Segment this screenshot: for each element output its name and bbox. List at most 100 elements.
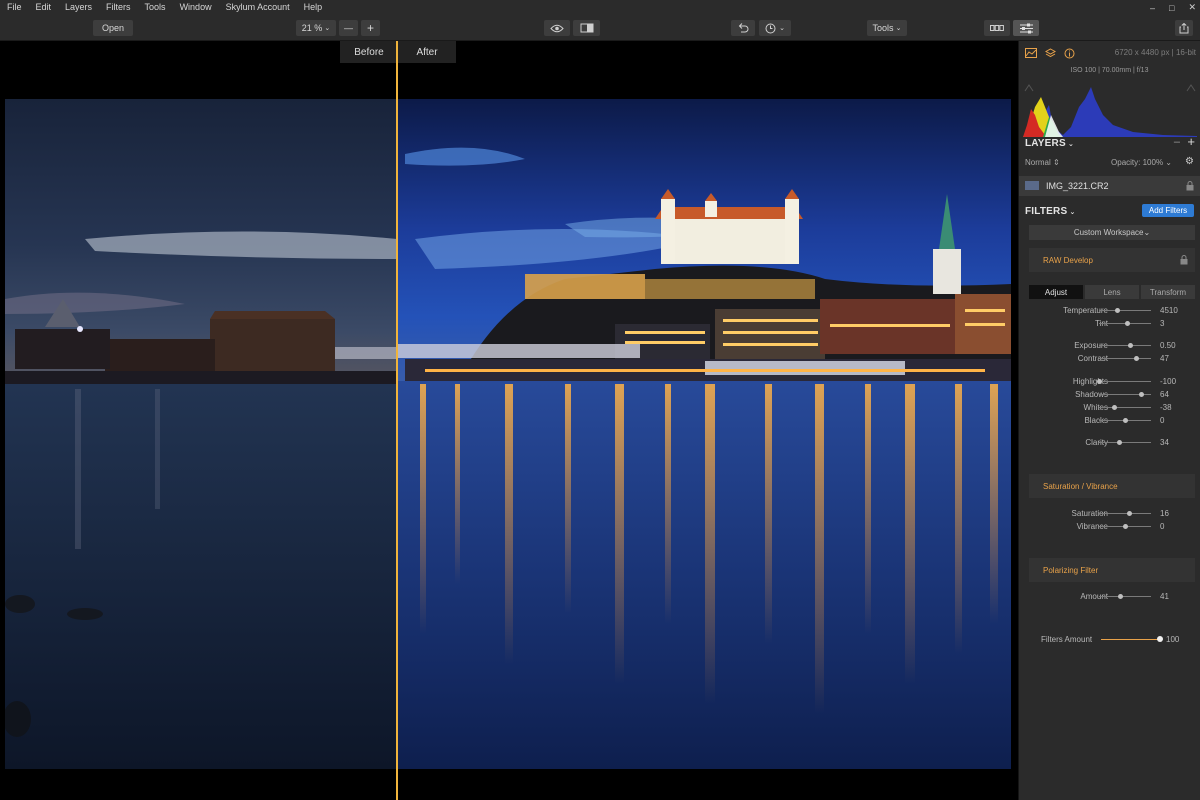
menu-window[interactable]: Window: [173, 0, 219, 15]
chevron-down-icon: ⌄: [1163, 158, 1172, 167]
slider-track[interactable]: [1099, 381, 1151, 382]
workspace-dropdown[interactable]: Custom Workspace ⌄: [1029, 225, 1195, 240]
menu-edit[interactable]: Edit: [29, 0, 59, 15]
chevron-down-icon: ⌄: [1143, 228, 1151, 237]
exif-info: ISO 100 | 70.00mm | f/13: [1070, 67, 1149, 74]
edit-panel-button[interactable]: [1013, 20, 1039, 36]
menu-filters[interactable]: Filters: [99, 0, 138, 15]
filters-amount-value: 100: [1166, 635, 1180, 644]
menu-file[interactable]: File: [0, 0, 29, 15]
slider-knob[interactable]: [1139, 392, 1145, 397]
histogram: [1023, 77, 1197, 143]
slider-row: Exposure 0.50: [1019, 339, 1200, 352]
open-button[interactable]: Open: [93, 20, 133, 36]
filters-title[interactable]: FILTERS ⌄: [1025, 206, 1076, 217]
histogram-icon[interactable]: [1025, 48, 1037, 58]
slider-row: Temperature 4510: [1019, 304, 1200, 317]
slider-knob[interactable]: [1125, 321, 1131, 326]
slider-row: Shadows 64: [1019, 388, 1200, 401]
filters-amount-label: Filters Amount: [1041, 635, 1093, 644]
opacity-dropdown[interactable]: Opacity: 100% ⌄: [1111, 158, 1172, 167]
zoom-dropdown[interactable]: 21 % ⌄: [296, 20, 336, 36]
polarizing-header[interactable]: Polarizing Filter: [1029, 558, 1195, 582]
image-canvas[interactable]: Before After: [0, 41, 1018, 800]
info-icon[interactable]: [1064, 48, 1075, 59]
slider-track[interactable]: [1099, 310, 1151, 311]
gear-icon[interactable]: ⚙: [1185, 156, 1194, 167]
slider-value: 3: [1160, 319, 1165, 328]
close-button[interactable]: ✕: [1188, 2, 1196, 13]
menu-layers[interactable]: Layers: [58, 0, 99, 15]
compare-button[interactable]: [573, 20, 600, 36]
slider-track[interactable]: [1099, 345, 1151, 346]
lock-icon: [1186, 181, 1194, 191]
slider-value: 0.50: [1160, 341, 1176, 350]
polarizing-title: Polarizing Filter: [1043, 566, 1099, 575]
chevron-down-icon: ⌄: [1065, 141, 1075, 148]
slider-row: Contrast 47: [1019, 352, 1200, 365]
zoom-out-button[interactable]: —: [339, 20, 358, 36]
slider-track[interactable]: [1099, 407, 1151, 408]
share-button[interactable]: [1175, 20, 1193, 36]
tab-lens[interactable]: Lens: [1085, 285, 1139, 299]
slider-knob[interactable]: [1114, 308, 1120, 313]
saturation-title: Saturation / Vibrance: [1043, 482, 1118, 491]
slider-track[interactable]: [1099, 442, 1151, 443]
add-filters-button[interactable]: Add Filters: [1142, 204, 1194, 217]
slider-knob[interactable]: [1127, 343, 1133, 348]
menu-help[interactable]: Help: [297, 0, 330, 15]
history-button[interactable]: ⌄: [759, 20, 791, 36]
slider-track[interactable]: [1099, 596, 1151, 597]
raw-tabs: Adjust Lens Transform: [1029, 285, 1195, 299]
add-layer-button[interactable]: +: [1187, 134, 1195, 149]
raw-develop-header[interactable]: RAW Develop: [1029, 248, 1195, 272]
gallery-view-button[interactable]: [984, 20, 1010, 36]
tab-transform[interactable]: Transform: [1141, 285, 1195, 299]
menu-bar: File Edit Layers Filters Tools Window Sk…: [0, 0, 1200, 15]
compare-split-handle[interactable]: [396, 41, 398, 800]
toolbar: Open 21 % ⌄ — + ⌄ Tools ⌄: [0, 15, 1200, 41]
filters-amount-knob[interactable]: [1157, 636, 1163, 642]
histogram-graph: [1023, 77, 1197, 137]
filters-amount-row: Filters Amount 100: [1019, 633, 1200, 646]
slider-track[interactable]: [1099, 513, 1151, 514]
slider-row: Vibrance 0: [1019, 520, 1200, 533]
menu-tools[interactable]: Tools: [138, 0, 173, 15]
layers-icon[interactable]: [1045, 47, 1056, 59]
slider-knob[interactable]: [1122, 524, 1128, 529]
preview-button[interactable]: [544, 20, 570, 36]
slider-knob[interactable]: [1112, 405, 1118, 410]
filters-amount-track[interactable]: [1101, 639, 1159, 640]
window-controls: – □ ✕: [1150, 0, 1196, 15]
zoom-in-button[interactable]: +: [361, 20, 380, 36]
raw-develop-title: RAW Develop: [1043, 256, 1093, 265]
blend-mode-dropdown[interactable]: Normal ⇕: [1025, 158, 1060, 167]
slider-knob[interactable]: [1122, 418, 1128, 423]
slider-row: Saturation 16: [1019, 507, 1200, 520]
minimize-button[interactable]: –: [1150, 3, 1155, 13]
slider-knob[interactable]: [1126, 511, 1132, 516]
slider-knob[interactable]: [1133, 356, 1139, 361]
before-label: Before: [340, 41, 398, 63]
layers-title[interactable]: LAYERS ⌄: [1025, 138, 1074, 149]
slider-track[interactable]: [1099, 358, 1151, 359]
slider-knob[interactable]: [1117, 594, 1123, 599]
tab-adjust[interactable]: Adjust: [1029, 285, 1083, 299]
slider-knob[interactable]: [1117, 440, 1123, 445]
tools-dropdown[interactable]: Tools ⌄: [867, 20, 907, 36]
gallery-icon: [990, 25, 1004, 31]
layer-item[interactable]: IMG_3221.CR2: [1019, 176, 1200, 196]
undo-button[interactable]: [731, 20, 755, 36]
tools-label: Tools: [872, 23, 894, 33]
menu-skylum-account[interactable]: Skylum Account: [219, 0, 297, 15]
maximize-button[interactable]: □: [1169, 3, 1174, 13]
slider-knob[interactable]: [1096, 379, 1102, 384]
chevron-down-icon: ⌄: [779, 25, 785, 32]
right-panel: 6720 x 4480 px | 16-bit ISO 100 | 70.00m…: [1018, 41, 1200, 800]
slider-value: 0: [1160, 416, 1165, 425]
slider-row: Tint3: [1019, 317, 1200, 330]
remove-layer-button[interactable]: –: [1174, 136, 1180, 148]
chevron-down-icon: ⌄: [895, 25, 902, 32]
saturation-header[interactable]: Saturation / Vibrance: [1029, 474, 1195, 498]
slider-value: 64: [1160, 390, 1169, 399]
